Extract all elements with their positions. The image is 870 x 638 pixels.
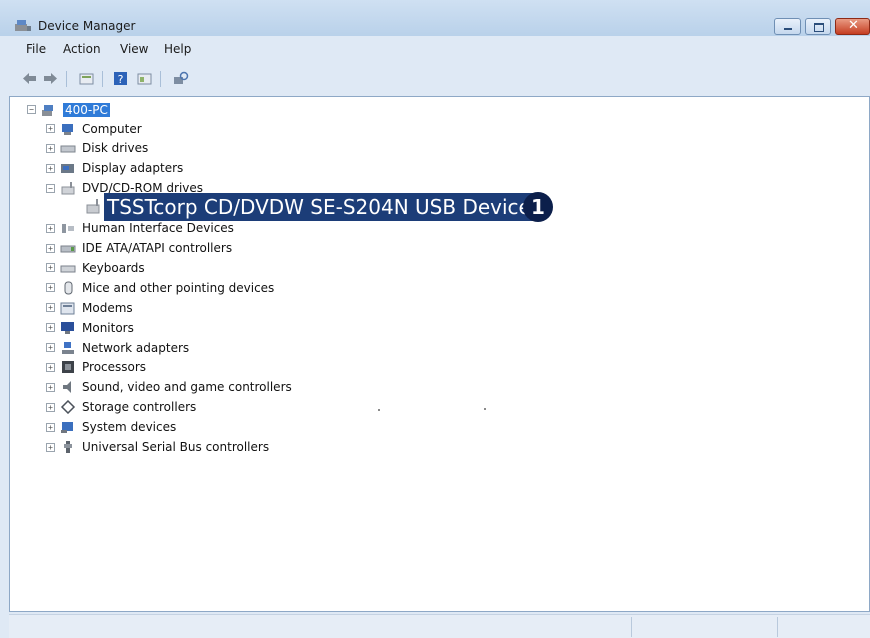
maximize-button[interactable] — [805, 18, 831, 35]
expand-icon[interactable]: + — [46, 382, 55, 392]
device-manager-window: Device Manager ✕ File Action View Help ? — [0, 0, 870, 638]
expand-icon[interactable]: + — [46, 163, 55, 173]
tree-item-label: Sound, video and game controllers — [82, 380, 292, 395]
window-title: Device Manager — [38, 19, 136, 33]
tree-category-processors[interactable]: + Processors — [46, 358, 146, 377]
svg-text:?: ? — [118, 73, 124, 86]
tree-item-label: Network adapters — [82, 340, 190, 355]
device-manager-icon — [15, 20, 31, 31]
tree-item-label: Computer — [82, 121, 142, 136]
cd-drive-device-icon — [86, 199, 100, 214]
modem-icon — [60, 302, 75, 315]
storage-controller-icon — [60, 400, 76, 415]
selected-device-row[interactable]: TSSTcorp CD/DVDW SE-S204N USB Device — [104, 193, 534, 221]
tree-item-label: Disk drives — [82, 141, 149, 156]
status-bar — [9, 614, 870, 638]
expand-icon[interactable]: + — [46, 263, 55, 273]
tree-item-label: Universal Serial Bus controllers — [82, 440, 270, 454]
expand-icon[interactable]: + — [46, 442, 55, 452]
expand-icon[interactable]: + — [46, 362, 55, 372]
tree-item-label: Keyboards — [82, 260, 145, 275]
tree-item-label: Display adapters — [82, 161, 184, 176]
network-adapter-icon — [62, 341, 74, 354]
dvd-drive-icon — [61, 182, 75, 195]
tree-category-modems[interactable]: + Modems — [46, 298, 133, 317]
menu-action[interactable]: Action — [63, 42, 101, 56]
monitor-icon — [61, 321, 74, 334]
tree-item-label: IDE ATA/ATAPI controllers — [82, 241, 233, 255]
console-icon[interactable] — [136, 70, 153, 87]
forward-icon[interactable] — [42, 70, 59, 87]
tree-category-disk-drives[interactable]: + Disk drives — [46, 139, 148, 158]
expand-icon[interactable]: + — [46, 402, 55, 412]
tree-root[interactable]: − 400-PC — [27, 100, 110, 119]
menu-view[interactable]: View — [120, 42, 148, 56]
tree-item-label: System devices — [82, 420, 177, 435]
help-icon[interactable]: ? — [112, 70, 129, 87]
tree-category-network-adapters[interactable]: + Network adapters — [46, 338, 189, 357]
title-bar[interactable]: Device Manager ✕ — [0, 0, 870, 36]
root-label: 400-PC — [63, 102, 110, 117]
scan-hardware-icon[interactable] — [172, 70, 189, 87]
properties-icon[interactable] — [78, 70, 95, 87]
keyboard-icon — [60, 265, 76, 273]
speck — [378, 409, 380, 411]
menu-bar: File Action View Help — [0, 38, 870, 62]
collapse-icon[interactable]: − — [46, 183, 55, 193]
expand-icon[interactable]: + — [46, 283, 55, 293]
tree-category-system-devices[interactable]: + System devices — [46, 418, 176, 437]
tree-item-label: Modems — [82, 300, 133, 315]
expand-icon[interactable]: + — [46, 124, 55, 133]
usb-icon — [64, 441, 72, 453]
expand-icon[interactable]: + — [46, 343, 55, 352]
disk-drive-icon — [60, 145, 76, 153]
computer-icon — [62, 123, 73, 135]
expand-icon[interactable]: + — [46, 303, 55, 313]
tree-category-universal-serial-bus-controllers[interactable]: + Universal Serial Bus controllers — [46, 438, 269, 457]
speck — [484, 408, 486, 410]
close-button[interactable]: ✕ — [835, 18, 870, 35]
tree-category-storage-controllers[interactable]: + Storage controllers — [46, 398, 196, 417]
display-adapter-icon — [61, 164, 74, 174]
tree-category-sound-video-and-game-controllers[interactable]: + Sound, video and game controllers — [46, 378, 292, 397]
tree-category-mice-and-other-pointing-devices[interactable]: + Mice and other pointing devices — [46, 278, 274, 297]
tree-item-label: Monitors — [82, 320, 134, 335]
collapse-icon[interactable]: − — [27, 105, 36, 114]
processor-icon — [62, 361, 74, 374]
expand-icon[interactable]: + — [46, 143, 55, 153]
tree-category-ide-ata-atapi-controllers[interactable]: + IDE ATA/ATAPI controllers — [46, 239, 232, 258]
tree-item-label: Mice and other pointing devices — [82, 280, 275, 295]
hid-icon — [62, 224, 74, 234]
callout-badge: 1 — [523, 192, 553, 222]
toolbar: ? — [0, 64, 870, 94]
tree-category-monitors[interactable]: + Monitors — [46, 318, 134, 337]
menu-file[interactable]: File — [26, 42, 46, 56]
back-icon[interactable] — [21, 70, 38, 87]
expand-icon[interactable]: + — [46, 223, 55, 233]
mouse-icon — [64, 281, 73, 295]
ide-controller-icon — [60, 245, 76, 253]
speaker-icon — [63, 381, 71, 394]
tree-category-human-interface-devices[interactable]: + Human Interface Devices — [46, 219, 234, 238]
tree-category-display-adapters[interactable]: + Display adapters — [46, 159, 183, 178]
expand-icon[interactable]: + — [46, 243, 55, 253]
tree-item-label: Processors — [82, 360, 147, 375]
close-icon: ✕ — [848, 18, 859, 33]
minimize-button[interactable] — [774, 18, 801, 35]
expand-icon[interactable]: + — [46, 323, 55, 333]
menu-help[interactable]: Help — [164, 42, 191, 56]
tree-item-label: Storage controllers — [82, 400, 197, 415]
tree-category-computer[interactable]: + Computer — [46, 119, 142, 138]
computer-root-icon — [42, 104, 53, 116]
tree-category-keyboards[interactable]: + Keyboards — [46, 258, 145, 277]
system-devices-icon — [61, 422, 73, 434]
expand-icon[interactable]: + — [46, 422, 55, 432]
tree-item-label: Human Interface Devices — [82, 221, 234, 236]
